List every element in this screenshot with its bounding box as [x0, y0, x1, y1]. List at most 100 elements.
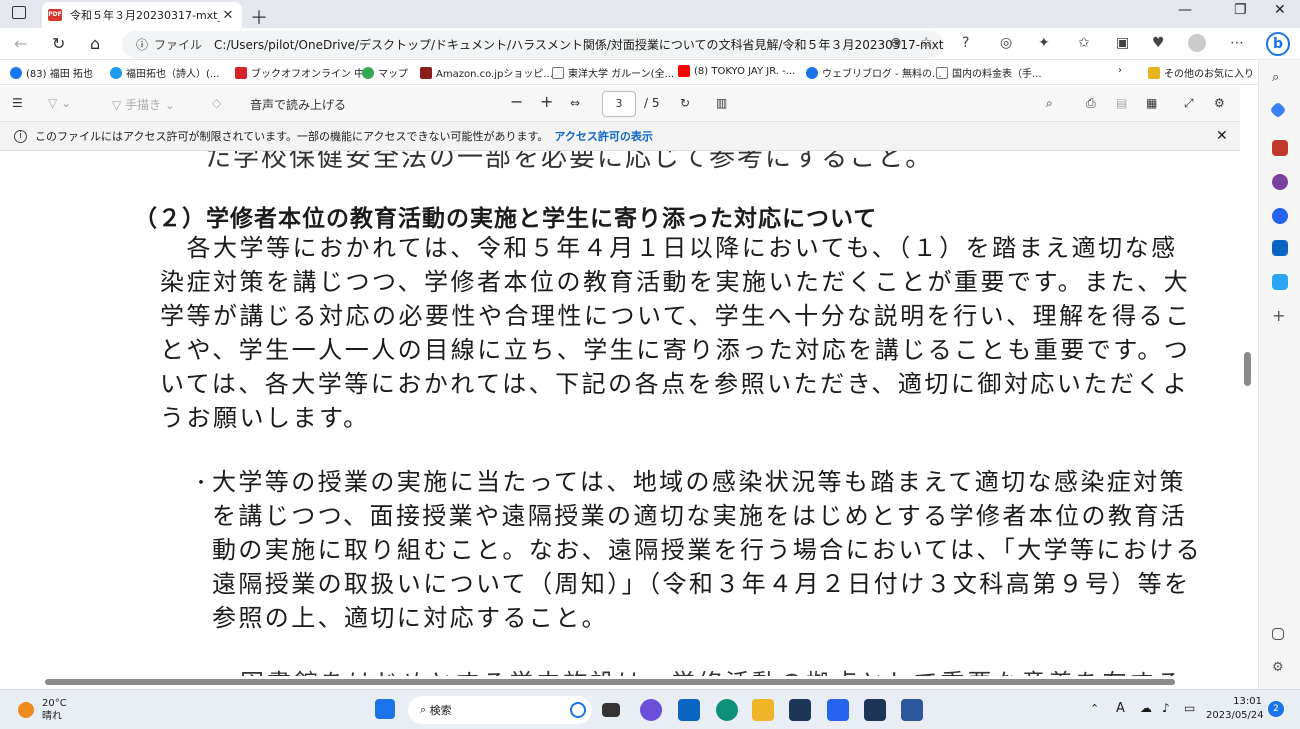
bookmark-item[interactable]: 東洋大学 ガルーン(全...	[552, 65, 674, 80]
bing-icon	[570, 702, 586, 718]
help-icon[interactable]: ?	[962, 35, 969, 51]
active-tab[interactable]: PDF 令和５年３月20230317-mxt_kou ✕	[42, 2, 242, 28]
youtube-icon	[678, 65, 690, 77]
file-label: ファイル	[154, 38, 203, 52]
hide-sidebar-icon[interactable]	[1272, 628, 1284, 640]
folder-icon	[1148, 66, 1160, 79]
page-view-icon[interactable]: ▥	[716, 96, 727, 110]
save-icon[interactable]: ▤	[1116, 96, 1127, 110]
zoom-icon[interactable]: ⊕	[890, 35, 902, 51]
page-number-input[interactable]: 3	[602, 91, 636, 117]
windows-taskbar: 20°C 晴れ ⌕ 検索 ⌃ A ☁ ♪ ▭ 13:01 2023/05/24 2	[0, 689, 1300, 729]
bookmarks-overflow-icon[interactable]: ›	[1118, 65, 1122, 76]
notification-badge[interactable]: 2	[1268, 701, 1284, 717]
store-icon[interactable]	[827, 699, 849, 721]
close-tab-icon[interactable]: ✕	[220, 8, 236, 23]
ime-indicator[interactable]: A	[1116, 701, 1125, 716]
tools-icon[interactable]	[1272, 140, 1288, 156]
bookmark-item[interactable]: マップ	[362, 65, 408, 80]
volume-icon[interactable]: ♪	[1162, 701, 1170, 715]
favorite-add-icon[interactable]: ☆	[920, 35, 933, 51]
mail-icon[interactable]	[678, 699, 700, 721]
infobar-message: このファイルにはアクセス許可が制限されています。一部の機能にアクセスできない可能…	[35, 130, 549, 143]
rotate-icon[interactable]: ↻	[680, 96, 690, 110]
office-icon[interactable]	[1272, 208, 1288, 224]
task-view-icon[interactable]	[602, 703, 620, 717]
clock[interactable]: 13:01 2023/05/24	[1206, 695, 1264, 723]
bookmark-item[interactable]: ブックオフオンライン 中...	[235, 65, 374, 80]
sidebar-settings-icon[interactable]: ⚙	[1272, 660, 1288, 676]
favorites-icon[interactable]: ✩	[1078, 35, 1090, 51]
address-input[interactable]: ⓘ ファイル C:/Users/pilot/OneDrive/デスクトップ/ドキ…	[122, 31, 944, 58]
bookmark-item[interactable]: (83) 福田 拓也	[10, 65, 93, 80]
browser-essentials-icon[interactable]: ♥	[1152, 35, 1165, 51]
twitter-icon	[110, 66, 122, 79]
home-icon[interactable]: ⌂	[90, 34, 100, 53]
weather-widget[interactable]: 20°C 晴れ	[18, 697, 67, 723]
bookmark-item[interactable]: ウェブリブログ - 無料の...	[806, 65, 942, 80]
fullscreen-icon[interactable]: ⤢	[1184, 96, 1194, 111]
close-infobar-icon[interactable]: ✕	[1216, 128, 1228, 144]
edge-icon[interactable]	[716, 699, 738, 721]
body-paragraph: 各大学等におかれては、令和５年４月１日以降においても、（１）を踏まえ適切な感染症…	[160, 234, 1192, 432]
read-aloud-button[interactable]: 音声で読み上げる	[250, 96, 346, 113]
maximize-icon[interactable]: ❐	[1234, 2, 1247, 18]
more-icon[interactable]: ⋯	[1230, 35, 1244, 51]
chat-icon[interactable]	[640, 699, 662, 721]
zoom-out-icon[interactable]: −	[510, 92, 523, 111]
shopping-icon[interactable]	[1269, 101, 1287, 119]
taskbar-search[interactable]: ⌕ 検索	[408, 696, 592, 724]
collections-icon[interactable]: ▣	[1116, 35, 1129, 51]
eraser-icon[interactable]: ◇	[212, 96, 221, 110]
bing-chat-icon[interactable]: b	[1266, 32, 1290, 56]
zoom-app-icon-2[interactable]	[864, 699, 886, 721]
info-icon[interactable]: ⓘ	[136, 36, 148, 53]
battery-icon[interactable]: ▭	[1184, 701, 1195, 715]
new-tab-icon[interactable]: ＋	[250, 4, 268, 30]
fit-page-icon[interactable]: ⇔	[570, 96, 580, 110]
profile-avatar[interactable]	[1188, 34, 1206, 52]
tray-overflow-icon[interactable]: ⌃	[1090, 702, 1099, 715]
back-icon[interactable]: ←	[14, 34, 27, 53]
bookmark-item[interactable]: Amazon.co.jpショッピ...	[420, 65, 553, 80]
bookmark-item[interactable]: (8) TOKYO JAY JR. -...	[678, 65, 795, 77]
drop-icon[interactable]	[1272, 274, 1288, 290]
horizontal-scroll-thumb[interactable]	[45, 679, 1175, 685]
webry-icon	[806, 66, 818, 79]
word-icon[interactable]	[901, 699, 923, 721]
search-icon[interactable]: ⌕	[1272, 70, 1288, 86]
extensions-icon[interactable]: ✦	[1038, 35, 1050, 51]
zoom-in-icon[interactable]: +	[540, 92, 553, 111]
weather-temp: 20°C	[42, 698, 67, 709]
minimize-icon[interactable]: —	[1178, 2, 1192, 18]
highlight-icon[interactable]: ▽ ⌄	[48, 96, 71, 110]
partial-line-top: た学校保健安全法の一部を必要に応じて参考にすること。	[205, 151, 934, 173]
bookmark-folder[interactable]: その他のお気に入り	[1148, 65, 1254, 80]
network-icon[interactable]: ☁	[1140, 701, 1152, 715]
bullet-mark: ・	[192, 473, 210, 494]
settings-icon[interactable]: ⚙	[1214, 96, 1225, 110]
refresh-icon[interactable]: ↻	[52, 34, 65, 53]
tab-actions-icon[interactable]	[12, 6, 26, 19]
start-icon[interactable]	[375, 699, 395, 719]
add-sidebar-icon[interactable]: +	[1272, 306, 1288, 325]
section-heading: （２）学修者本位の教育活動の実施と学生に寄り添った対応について	[134, 206, 878, 232]
info-icon: i	[14, 129, 27, 143]
save-as-icon[interactable]: ▦	[1146, 96, 1157, 110]
view-permissions-link[interactable]: アクセス許可の表示	[554, 128, 652, 144]
zoom-app-icon[interactable]	[789, 699, 811, 721]
page-total: / 5	[644, 96, 660, 110]
vertical-scroll-thumb[interactable]	[1244, 352, 1251, 386]
find-icon[interactable]: ⌕	[1046, 96, 1053, 111]
bookmark-item[interactable]: 福田拓也（詩人）(...	[110, 65, 219, 80]
contents-icon[interactable]: ☰	[12, 96, 23, 110]
draw-button[interactable]: ▽ 手描き ⌄	[112, 96, 175, 113]
explorer-icon[interactable]	[752, 699, 774, 721]
sync-icon[interactable]: ◎	[1000, 35, 1012, 51]
close-window-icon[interactable]: ✕	[1274, 2, 1286, 18]
games-icon[interactable]	[1272, 174, 1288, 190]
outlook-icon[interactable]	[1272, 240, 1288, 256]
bookmark-item[interactable]: 国内の料金表（手...	[936, 65, 1042, 80]
bullet-paragraph: 大学等の授業の実施に当たっては、地域の感染状況等も踏まえて適切な感染症対策を講じ…	[212, 468, 1202, 632]
print-icon[interactable]: ⎙	[1086, 96, 1096, 111]
